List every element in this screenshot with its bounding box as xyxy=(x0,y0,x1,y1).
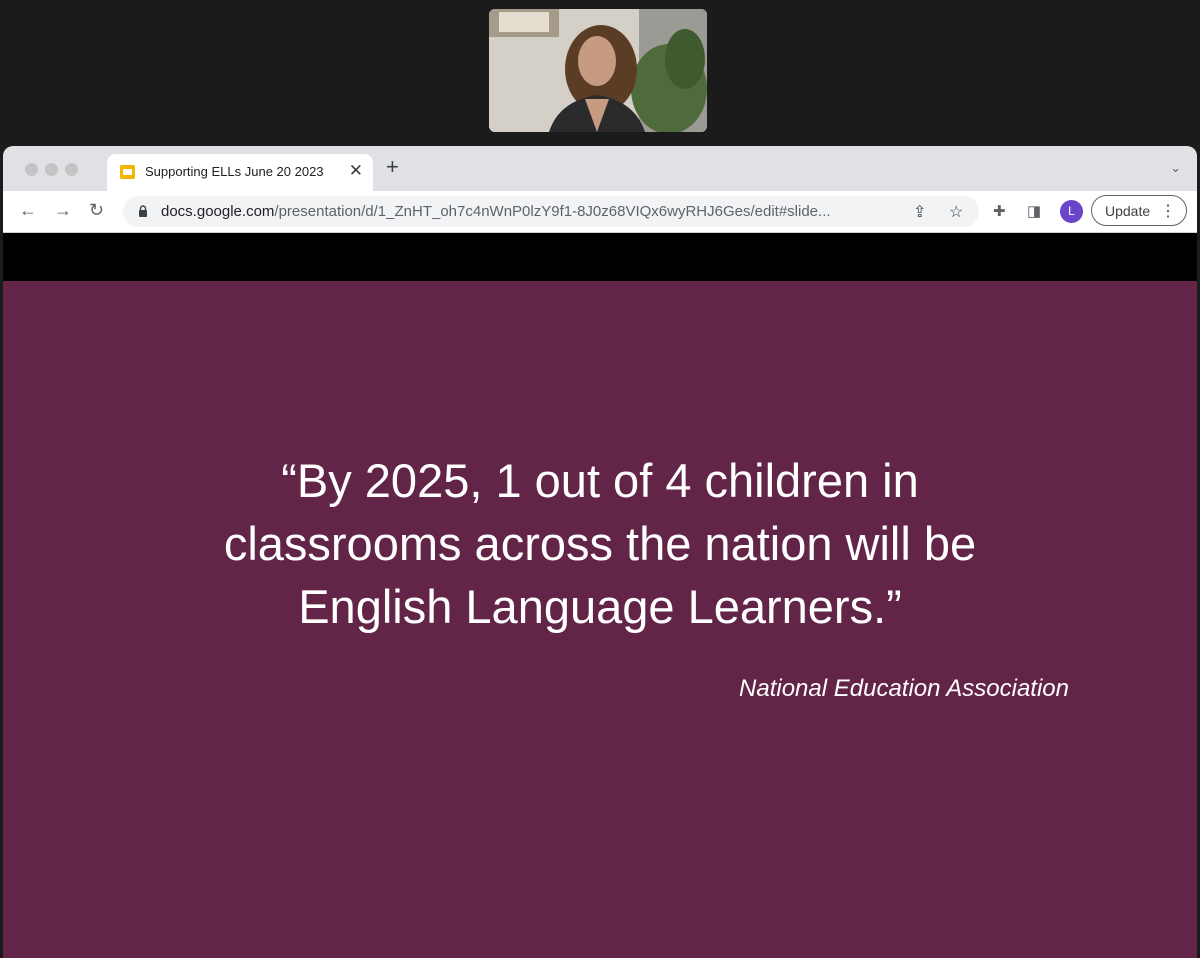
url-path: /presentation/d/1_ZnHT_oh7c4nWnP0lzY9f1-… xyxy=(274,203,831,220)
close-tab-icon[interactable]: ✕ xyxy=(349,161,363,181)
extensions-puzzle-icon[interactable]: ✚ xyxy=(993,202,1006,220)
tab-strip: Supporting ELLs June 20 2023 ✕ + ⌄ xyxy=(3,146,1197,191)
slide-quote: “By 2025, 1 out of 4 children in classro… xyxy=(63,449,1137,638)
back-icon[interactable]: ← xyxy=(19,200,37,220)
quote-line: “By 2025, 1 out of 4 children in xyxy=(281,454,919,507)
bookmark-star-icon[interactable]: ☆ xyxy=(949,202,963,222)
quote-line: English Language Learners.” xyxy=(298,580,902,633)
side-panel-icon[interactable]: ◨ xyxy=(1027,202,1041,220)
browser-toolbar: ← → ↻ docs.google.com/presentation/d/1_Z… xyxy=(3,191,1197,233)
forward-icon[interactable]: → xyxy=(54,200,72,220)
reload-icon[interactable]: ↻ xyxy=(89,200,104,220)
presentation-letterbox xyxy=(3,233,1197,281)
quote-attribution: National Education Association xyxy=(739,675,1069,702)
browser-tab-active[interactable]: Supporting ELLs June 20 2023 ✕ xyxy=(107,154,373,191)
lock-icon xyxy=(139,205,147,217)
chevron-down-icon[interactable]: ⌄ xyxy=(1170,160,1181,176)
google-slides-icon xyxy=(120,165,135,179)
update-label: Update xyxy=(1105,203,1151,219)
webcam-video-tile xyxy=(489,9,707,132)
tab-title: Supporting ELLs June 20 2023 xyxy=(145,164,324,179)
update-button[interactable]: Update ⋮ xyxy=(1091,195,1187,226)
new-tab-button[interactable]: + xyxy=(386,156,399,178)
more-vert-icon[interactable]: ⋮ xyxy=(1160,201,1176,221)
browser-window: Supporting ELLs June 20 2023 ✕ + ⌄ ← → ↻… xyxy=(3,146,1197,958)
presentation-slide: “By 2025, 1 out of 4 children in classro… xyxy=(3,281,1197,958)
url-text: docs.google.com/presentation/d/1_ZnHT_oh… xyxy=(161,203,831,220)
quote-line: classrooms across the nation will be xyxy=(223,517,977,570)
window-close-control[interactable] xyxy=(25,163,38,176)
window-minimize-control[interactable] xyxy=(45,163,58,176)
url-host: docs.google.com xyxy=(161,203,275,220)
profile-avatar[interactable]: L xyxy=(1060,200,1083,223)
share-icon[interactable]: ⇪ xyxy=(913,202,926,222)
webcam-feed xyxy=(489,9,707,132)
window-zoom-control[interactable] xyxy=(65,163,78,176)
address-bar[interactable]: docs.google.com/presentation/d/1_ZnHT_oh… xyxy=(123,196,979,227)
